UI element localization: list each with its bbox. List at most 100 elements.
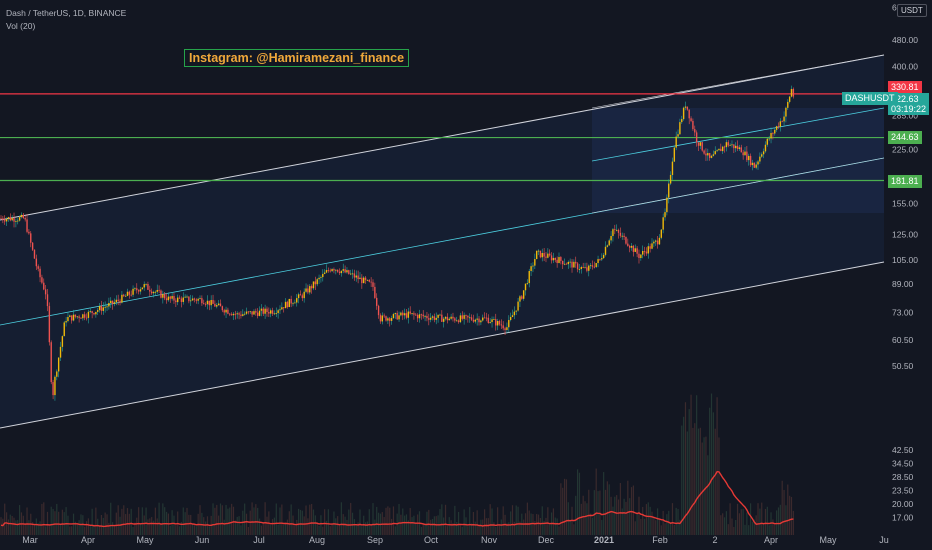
- volume-bar: [145, 507, 147, 535]
- volume-bar: [783, 489, 785, 535]
- candle-body: [463, 315, 465, 319]
- candle-body: [682, 107, 685, 120]
- symbol-title: Dash / TetherUS, 1D, BINANCE: [6, 8, 127, 18]
- candle-body: [264, 308, 266, 314]
- candle-body: [288, 298, 290, 308]
- candle-body: [82, 314, 84, 319]
- candle-body: [102, 307, 104, 311]
- volume-bar: [123, 505, 125, 535]
- volume-bar: [699, 427, 701, 535]
- x-tick-label: Sep: [367, 535, 383, 545]
- candle-body: [124, 295, 127, 297]
- currency-unit-button[interactable]: USDT: [897, 4, 927, 17]
- volume-bar: [156, 518, 158, 535]
- candle-body: [751, 162, 754, 166]
- volume-bar: [528, 510, 530, 535]
- volume-bar: [312, 509, 315, 535]
- candle-body: [121, 294, 123, 303]
- candle-body: [80, 317, 82, 319]
- volume-bar: [58, 511, 60, 535]
- candle-body: [275, 313, 277, 314]
- candle-body: [522, 290, 525, 299]
- volume-bar: [591, 517, 594, 535]
- candle-body: [602, 254, 605, 259]
- volume-bar: [787, 484, 789, 535]
- volume-bar: [87, 518, 90, 535]
- candle-body: [318, 277, 320, 280]
- candle-body: [87, 311, 90, 318]
- volume-bar: [792, 510, 794, 535]
- candle-body: [389, 318, 391, 321]
- candle-body: [366, 279, 369, 281]
- volume-bar: [97, 518, 99, 535]
- candle-body: [154, 291, 157, 293]
- candle-body: [18, 217, 21, 221]
- candle-body: [314, 281, 317, 285]
- volume-bar: [311, 503, 313, 535]
- candle-body: [351, 273, 354, 275]
- volume-bar: [653, 517, 655, 535]
- volume-bar: [266, 516, 268, 535]
- volume-bar: [660, 525, 662, 535]
- candle-body: [387, 318, 389, 321]
- candle-body: [67, 317, 69, 322]
- volume-bar: [766, 506, 768, 535]
- price-chart[interactable]: 600.00480.00400.00340.00285.00225.00155.…: [0, 0, 932, 550]
- volume-bar: [218, 515, 220, 535]
- volume-bar: [625, 501, 627, 535]
- candle-body: [662, 217, 664, 230]
- candle-body: [446, 316, 449, 321]
- volume-bar: [562, 487, 564, 535]
- volume-bar: [154, 507, 156, 535]
- candle-body: [519, 296, 521, 302]
- candle-body: [642, 250, 644, 255]
- candle-body: [284, 301, 287, 309]
- candle-body: [394, 313, 397, 315]
- volume-bar: [227, 508, 229, 535]
- candle-body: [485, 317, 488, 319]
- volume-bar: [69, 526, 71, 535]
- volume-bar: [729, 503, 731, 535]
- volume-bar: [279, 507, 281, 535]
- candle-body: [22, 214, 25, 219]
- volume-bar: [744, 524, 746, 535]
- volume-bar: [493, 522, 495, 535]
- candle-body: [415, 314, 417, 316]
- candle-body: [266, 308, 268, 313]
- volume-bar: [400, 514, 402, 535]
- candle-body: [258, 310, 261, 316]
- volume-bar: [173, 515, 175, 535]
- volume-bar: [100, 514, 103, 535]
- volume-bar: [629, 498, 631, 535]
- candle-body: [123, 294, 125, 296]
- candle-body: [41, 277, 43, 283]
- volume-bar: [286, 519, 289, 535]
- volume-bar: [656, 508, 659, 535]
- volume-bar: [694, 423, 696, 535]
- volume-bar: [738, 513, 741, 535]
- volume-bar: [182, 507, 184, 535]
- candle-body: [9, 217, 11, 221]
- volume-bar: [385, 507, 387, 535]
- candle-body: [335, 269, 337, 271]
- candle-body: [459, 315, 462, 323]
- candle-body: [647, 246, 649, 254]
- volume-bar: [190, 514, 192, 535]
- candle-body: [628, 245, 631, 248]
- volume-bar: [0, 517, 2, 535]
- volume-bar: [108, 522, 110, 535]
- volume-bar: [136, 517, 138, 535]
- volume-bar: [573, 524, 575, 535]
- volume-bar: [712, 412, 714, 535]
- volume-bar: [577, 469, 579, 535]
- candle-body: [482, 317, 484, 321]
- candle-body: [435, 317, 437, 320]
- volume-bar: [113, 525, 116, 535]
- candle-body: [72, 314, 75, 321]
- volume-bar: [232, 506, 235, 535]
- volume-bar: [417, 514, 419, 535]
- candle-body: [673, 147, 676, 162]
- candle-body: [396, 313, 398, 320]
- volume-bar: [497, 507, 499, 535]
- candle-body: [785, 107, 787, 117]
